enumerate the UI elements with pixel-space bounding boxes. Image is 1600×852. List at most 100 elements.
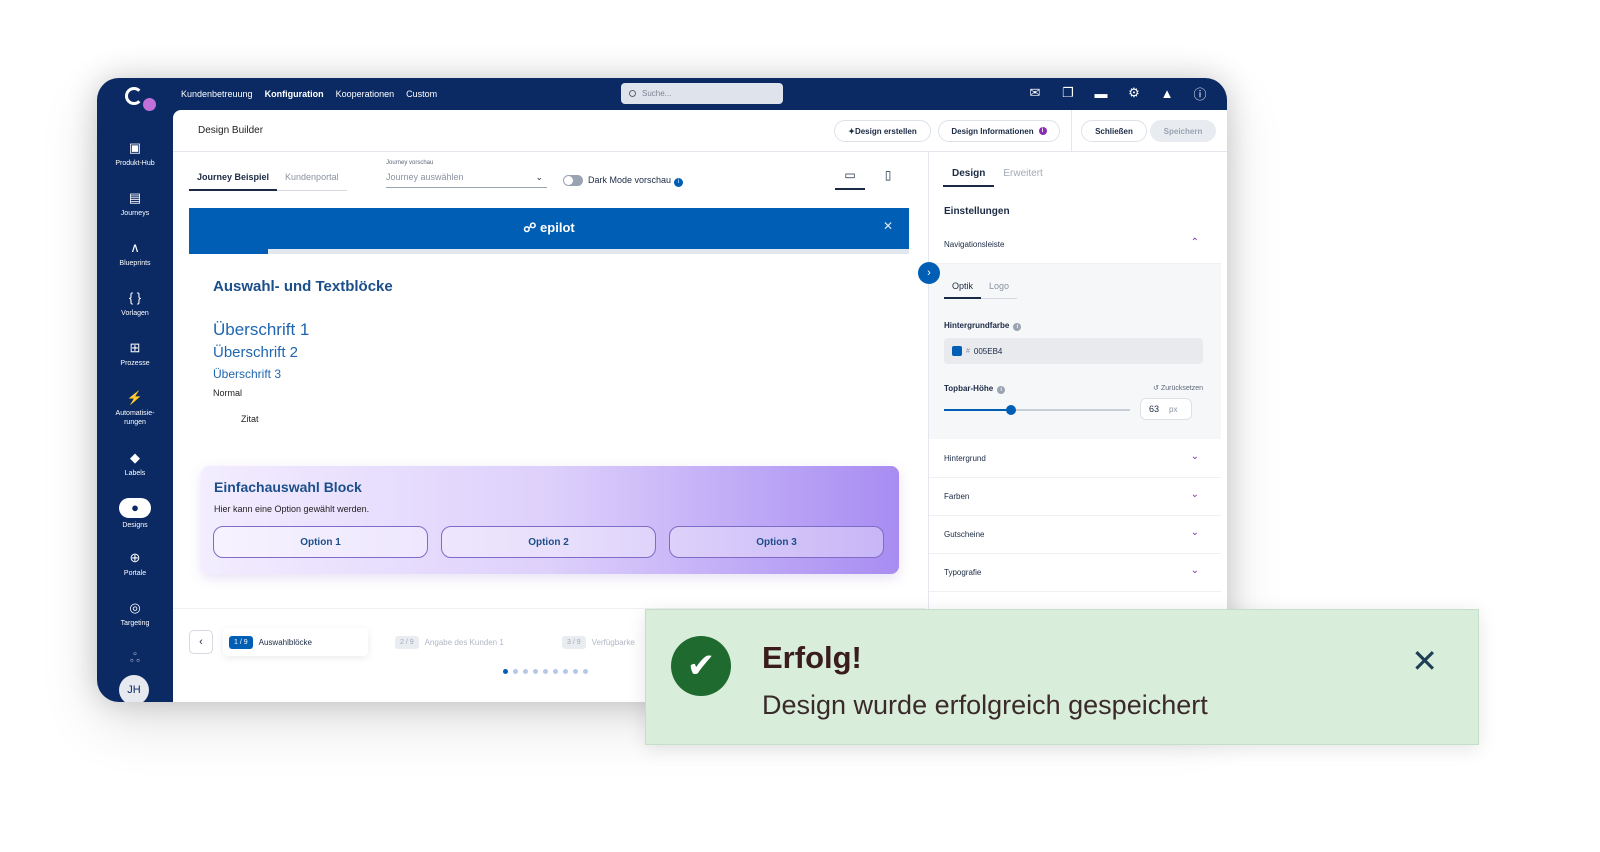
desktop-icon[interactable]: ▭ xyxy=(835,168,865,190)
create-design-button[interactable]: ✦ Design erstellen xyxy=(834,120,931,142)
journey-select[interactable]: Journey auswählen ⌄ xyxy=(386,172,547,188)
sidebar-item-designs[interactable]: ● Designs xyxy=(97,498,173,530)
save-button[interactable]: Speichern xyxy=(1150,120,1216,142)
nav-item-kundenbetreuung[interactable]: Kundenbetreuung xyxy=(181,89,253,99)
sidebar-item-webhooks[interactable]: ஃ xyxy=(97,650,173,666)
page-dot[interactable] xyxy=(553,669,558,674)
accordion-navigationsleiste[interactable]: Navigationsleiste ⌃ xyxy=(929,226,1221,264)
accordion-label: Gutscheine xyxy=(944,530,985,539)
info-icon[interactable]: i xyxy=(1013,323,1022,331)
info-icon: i xyxy=(1038,127,1047,135)
compass-icon: ∧ xyxy=(130,240,140,255)
step-item[interactable]: 1 / 9 Auswahlblöcke xyxy=(223,628,368,656)
sidebar-item-prozesse[interactable]: ⊞ Prozesse xyxy=(97,340,173,368)
tab-erweitert[interactable]: Erweitert xyxy=(994,164,1051,187)
topbar-height-slider[interactable] xyxy=(944,405,1130,415)
accordion-hintergrund[interactable]: Hintergrund ⌄ xyxy=(929,440,1221,478)
topbar-height-input[interactable]: 63 px xyxy=(1140,398,1192,420)
preview-tabs: Journey Beispiel Kundenportal xyxy=(189,168,347,191)
page-dot[interactable] xyxy=(533,669,538,674)
collapse-panel-button[interactable]: › xyxy=(918,262,940,284)
close-button[interactable]: Schließen xyxy=(1081,120,1147,142)
bell-icon[interactable]: ▲ xyxy=(1158,84,1176,102)
top-icon-bar: ✉ ❐ ▬ ⚙ ▲ ⓘ xyxy=(1026,84,1209,102)
color-swatch[interactable] xyxy=(952,346,962,356)
brand-name: epilot xyxy=(540,220,575,235)
tab-logo[interactable]: Logo xyxy=(981,278,1018,299)
sidebar-item-blueprints[interactable]: ∧ Blueprints xyxy=(97,240,173,268)
stage: Kundenbetreuung Konfiguration Kooperatio… xyxy=(0,0,1600,852)
info-icon[interactable]: ⓘ xyxy=(1191,84,1209,102)
normal-text: Normal xyxy=(213,388,243,398)
toast-message: Design wurde erfolgreich gespeichert xyxy=(762,690,1208,720)
info-icon[interactable]: i xyxy=(997,386,1006,394)
choice-title: Einfachauswahl Block xyxy=(214,479,362,495)
page-dot[interactable] xyxy=(523,669,528,674)
sidebar-item-label: Blueprints xyxy=(119,260,151,267)
page-dot[interactable] xyxy=(573,669,578,674)
tab-journey-beispiel[interactable]: Journey Beispiel xyxy=(189,168,278,191)
gear-icon[interactable]: ⚙ xyxy=(1125,84,1143,102)
nav-item-kooperationen[interactable]: Kooperationen xyxy=(336,89,395,99)
flow-icon: ⊞ xyxy=(129,340,141,355)
step-number: 3 / 9 xyxy=(562,635,586,649)
chevron-right-icon: › xyxy=(927,267,931,279)
page-dot[interactable] xyxy=(513,669,518,674)
accordion-typografie[interactable]: Typografie ⌄ xyxy=(929,554,1221,592)
mail-icon[interactable]: ✉ xyxy=(1026,84,1044,102)
sidebar-item-targeting[interactable]: ◎ Targeting xyxy=(97,600,173,628)
sidebar-item-journeys[interactable]: ▤ Journeys xyxy=(97,190,173,218)
option-3-button[interactable]: Option 3 xyxy=(669,526,884,558)
journey-step-content: Auswahl- und Textblöcke Überschrift 1 Üb… xyxy=(189,254,909,594)
avatar[interactable]: JH xyxy=(119,675,149,702)
page-dot[interactable] xyxy=(563,669,568,674)
back-button[interactable]: ‹ xyxy=(189,630,213,654)
accordion-gutscheine[interactable]: Gutscheine ⌄ xyxy=(929,516,1221,554)
sidebar-item-label: Portale xyxy=(123,570,147,577)
tab-design[interactable]: Design xyxy=(943,164,995,187)
single-choice-block: Einfachauswahl Block Hier kann eine Opti… xyxy=(201,466,899,574)
accordion-label: Farben xyxy=(944,492,970,501)
mobile-icon[interactable]: ▯ xyxy=(873,168,903,190)
design-info-button[interactable]: Design Informationen i xyxy=(938,120,1060,142)
sidebar-item-produkt-hub[interactable]: ▣ Produkt-Hub xyxy=(97,140,173,168)
step-item[interactable]: 3 / 9 Verfügbarke xyxy=(556,628,641,656)
tab-optik[interactable]: Optik xyxy=(944,278,982,299)
bolt-icon: ⚡ xyxy=(126,390,144,405)
journey-topbar: ☍ epilot ✕ xyxy=(189,208,909,249)
accordion-farben[interactable]: Farben ⌄ xyxy=(929,478,1221,516)
reset-button[interactable]: ↺ Zurücksetzen xyxy=(1153,384,1203,392)
chevron-up-icon: ⌃ xyxy=(1190,237,1199,248)
topbar-height-label-text: Topbar-Höhe xyxy=(944,384,994,393)
epilot-logo-icon[interactable] xyxy=(125,87,143,105)
nav-item-custom[interactable]: Custom xyxy=(406,89,437,99)
sidebar-item-labels[interactable]: ◆ Labels xyxy=(97,450,173,478)
slider-handle[interactable] xyxy=(1005,405,1016,415)
close-icon[interactable]: ✕ xyxy=(1411,645,1438,677)
page-dot[interactable] xyxy=(503,669,508,674)
step-item[interactable]: 2 / 9 Angabe des Kunden 1 xyxy=(389,628,510,656)
sidebar-item-portale[interactable]: ⊕ Portale xyxy=(97,550,173,578)
tag-icon: ◆ xyxy=(130,450,140,465)
tab-kundenportal[interactable]: Kundenportal xyxy=(277,168,347,191)
page-dot[interactable] xyxy=(543,669,548,674)
info-icon[interactable]: i xyxy=(674,177,684,187)
webhook-icon: ஃ xyxy=(129,650,141,665)
target-icon: ◎ xyxy=(129,600,141,615)
sidebar-item-automatisierungen[interactable]: ⚡ Automatisie- rungen xyxy=(97,390,173,427)
page-dot[interactable] xyxy=(583,669,588,674)
choice-subtitle: Hier kann eine Option gewählt werden. xyxy=(214,504,370,514)
copy-icon[interactable]: ❐ xyxy=(1059,84,1077,102)
header-divider xyxy=(1071,110,1072,152)
close-icon[interactable]: ✕ xyxy=(883,219,893,233)
bg-color-input[interactable]: # 005EB4 xyxy=(944,338,1203,364)
option-1-button[interactable]: Option 1 xyxy=(213,526,428,558)
nav-item-konfiguration[interactable]: Konfiguration xyxy=(265,89,324,99)
option-2-button[interactable]: Option 2 xyxy=(441,526,656,558)
sidebar-item-vorlagen[interactable]: { } Vorlagen xyxy=(97,290,173,318)
reset-icon: ↺ xyxy=(1153,385,1161,392)
quote-text: Zitat xyxy=(241,414,259,424)
dark-mode-toggle[interactable] xyxy=(563,175,583,186)
folder-icon[interactable]: ▬ xyxy=(1092,84,1110,102)
search-input[interactable]: Suche... xyxy=(621,83,783,104)
